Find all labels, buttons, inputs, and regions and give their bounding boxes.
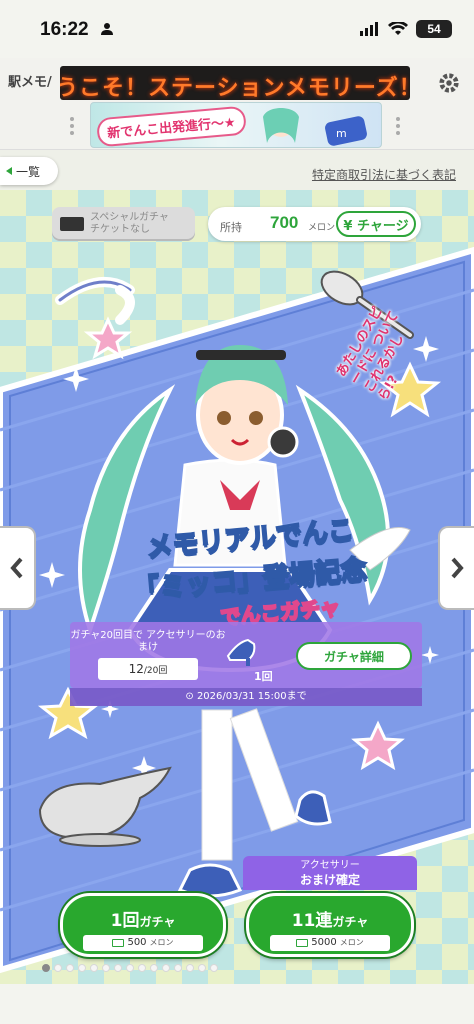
accessory-tag-line1: アクセサリー <box>300 860 360 871</box>
next-gacha-button[interactable] <box>438 526 474 610</box>
bottom-bar <box>0 984 474 1024</box>
accessory-tag-line2: おまけ確定 <box>299 873 360 887</box>
melon-amount: 700 <box>270 213 299 232</box>
multi-pull-count: 11連 <box>291 911 333 931</box>
ticket-text-2: チケットなし <box>90 224 150 235</box>
legal-notice-link[interactable]: 特定商取引法に基づく表記 <box>312 166 456 183</box>
bonus-progress-total: /20回 <box>143 666 168 676</box>
status-time: 16:22 <box>40 19 89 40</box>
melon-unit: メロン <box>308 223 336 233</box>
person-icon <box>101 23 113 35</box>
ticker-text: うこそ！ステーションメモリーズ！に <box>60 76 410 100</box>
prev-gacha-button[interactable] <box>0 526 36 610</box>
single-pull-price-value: 500 <box>127 937 147 948</box>
bonus-quantity: 1回 <box>254 670 273 683</box>
ticket-icon <box>60 217 84 231</box>
gear-icon[interactable] <box>438 72 460 94</box>
charge-button[interactable]: ¥ チャージ <box>336 211 416 237</box>
single-pull-count: 1回 <box>110 911 140 931</box>
battery-icon: 54 <box>416 20 452 38</box>
banner-right-dots <box>392 114 406 140</box>
multi-pull-currency: メロン <box>339 938 364 947</box>
wallet-label: 所持 <box>220 221 242 234</box>
single-pull-suffix: ガチャ <box>139 915 176 929</box>
accessory-shoe-icon <box>226 638 256 666</box>
single-pull-price: 500 メロン <box>83 935 203 951</box>
marquee-ticker: うこそ！ステーションメモリーズ！に <box>60 66 410 100</box>
page-dot[interactable] <box>78 964 86 972</box>
page-dot[interactable] <box>210 964 218 972</box>
multi-pull-price-value: 5000 <box>311 937 337 948</box>
back-arrow-icon <box>6 167 12 175</box>
page-dot[interactable] <box>186 964 194 972</box>
gacha-deadline: ⊙ 2026/03/31 15:00まで <box>70 688 422 706</box>
special-ticket-status: スペシャルガチャ チケットなし <box>52 207 195 241</box>
status-indicators: 54 <box>360 20 452 38</box>
bonus-label: ガチャ20回目で アクセサリーのおまけ <box>70 630 226 653</box>
page-dot[interactable] <box>162 964 170 972</box>
page-dot[interactable] <box>114 964 122 972</box>
gacha-details-button[interactable]: ガチャ詳細 <box>296 642 412 670</box>
banner-character-image: m <box>263 108 367 146</box>
multi-pull-price: 5000 メロン <box>270 935 390 951</box>
banner-left-dots <box>66 114 80 140</box>
app-header: 駅メモ/ うこそ！ステーションメモリーズ！に m 新でんこ出発進行〜★ <box>0 58 474 150</box>
status-bar: 16:22 54 <box>0 0 474 58</box>
promo-banner[interactable]: m 新でんこ出発進行〜★ <box>90 102 382 148</box>
wifi-icon <box>388 22 408 35</box>
page-dot[interactable] <box>90 964 98 972</box>
multi-pull-suffix: ガチャ <box>332 915 369 929</box>
back-to-list-button[interactable]: 一覧 <box>0 157 58 185</box>
ticket-text-1: スペシャルガチャ <box>90 212 169 223</box>
page-dot[interactable] <box>126 964 134 972</box>
chevron-right-icon <box>451 557 464 579</box>
accessory-bonus-tag: アクセサリー おまけ確定 <box>243 856 417 890</box>
page-dot[interactable] <box>102 964 110 972</box>
bonus-progress-current: 12 <box>128 662 144 676</box>
bonus-progress-panel: ガチャ20回目で アクセサリーのおまけ 12/20回 1回 ガチャ詳細 <box>70 622 422 688</box>
melon-wallet: 所持 700 メロン ¥ チャージ <box>208 207 421 241</box>
sub-bar: 一覧 特定商取引法に基づく表記 <box>0 150 474 190</box>
page-dot[interactable] <box>54 964 62 972</box>
app-logo: 駅メモ/ <box>8 75 52 90</box>
back-label: 一覧 <box>16 164 41 179</box>
page-dot[interactable] <box>138 964 146 972</box>
page-dot[interactable] <box>42 964 50 972</box>
gacha-title: メモリアルでんこ 「ミッコ」登場記念 でんこガチャ <box>100 514 400 630</box>
page-dot[interactable] <box>150 964 158 972</box>
chevron-left-icon <box>10 557 23 579</box>
page-dot[interactable] <box>174 964 182 972</box>
melon-card-icon <box>296 939 309 947</box>
eleven-pull-button[interactable]: 11連ガチャ 5000 メロン <box>246 893 414 957</box>
single-pull-currency: メロン <box>149 938 174 947</box>
melon-card-icon <box>112 939 125 947</box>
banner-text: 新でんこ出発進行〜★ <box>96 105 247 147</box>
svg-text:m: m <box>336 127 347 140</box>
single-pull-button[interactable]: 1回ガチャ 500 メロン <box>60 893 226 957</box>
page-indicator[interactable] <box>42 964 218 976</box>
page-dot[interactable] <box>198 964 206 972</box>
bonus-progress: 12/20回 <box>98 658 198 680</box>
signal-icon <box>360 22 378 36</box>
page-dot[interactable] <box>66 964 74 972</box>
